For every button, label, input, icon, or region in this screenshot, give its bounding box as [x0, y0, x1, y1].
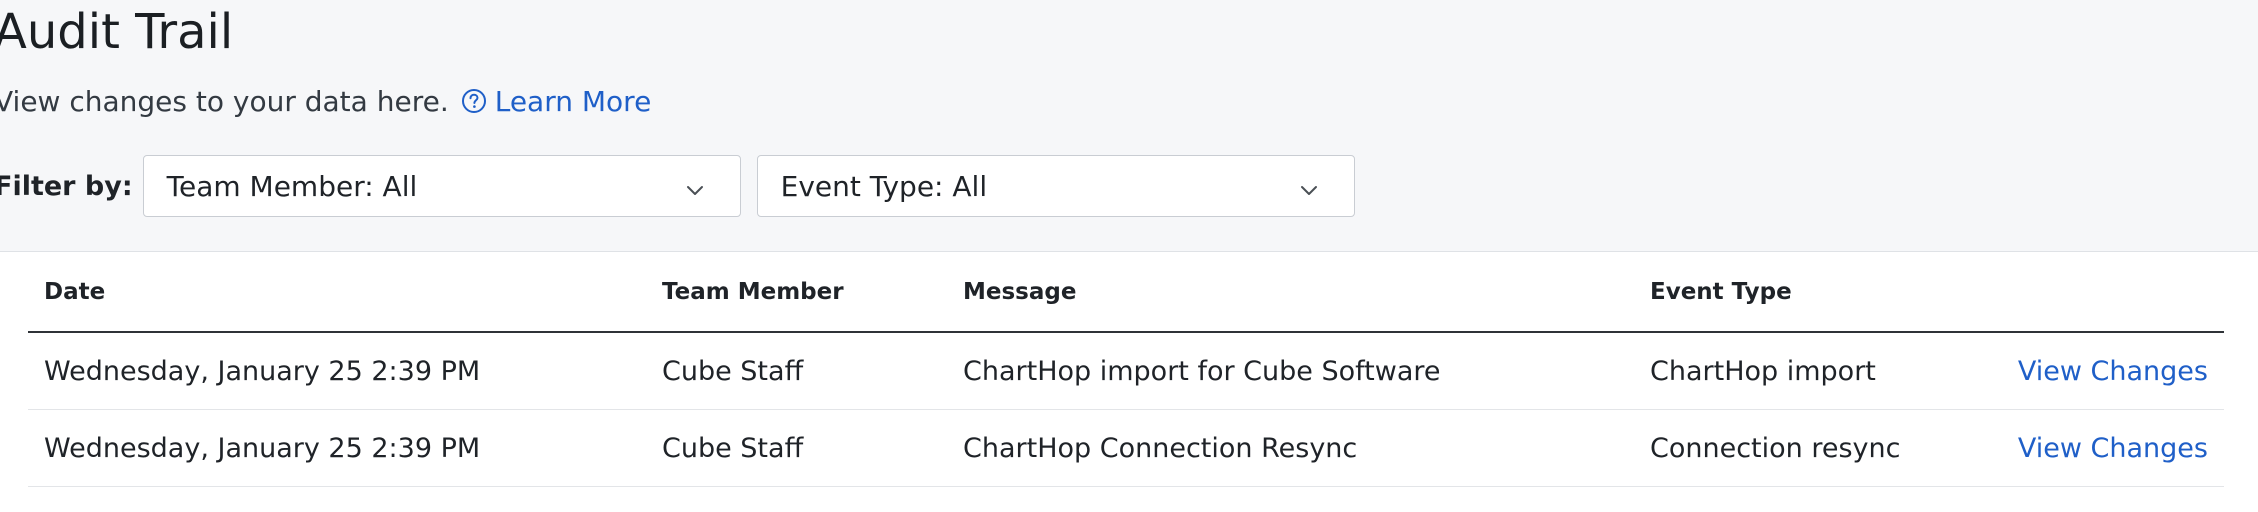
view-changes-link[interactable]: View Changes [1995, 332, 2224, 410]
row-event-type: ChartHop import [1634, 332, 1995, 410]
page-subtitle-row: View changes to your data here. Learn Mo… [0, 80, 651, 122]
column-header-message: Message [947, 252, 1634, 333]
event-type-filter-value: Event Type: All [780, 169, 988, 203]
column-header-team-member: Team Member [646, 252, 947, 333]
question-circle-icon [461, 88, 487, 114]
team-member-filter-value: Team Member: All [166, 169, 418, 203]
filter-label: Filter by: [0, 170, 133, 202]
view-changes-link[interactable]: View Changes [1995, 409, 2224, 487]
column-header-action [1995, 252, 2224, 333]
row-message: ChartHop import for Cube Software [947, 332, 1634, 410]
row-team-member: Cube Staff [646, 332, 947, 410]
page-title: Audit Trail [0, 4, 234, 60]
filter-bar: Filter by: Team Member: All Event Type: … [0, 153, 1371, 219]
audit-table: Date Team Member Message Event Type Wedn… [28, 252, 2224, 487]
chevron-down-icon [686, 170, 704, 203]
audit-table-panel: Date Team Member Message Event Type Wedn… [0, 251, 2258, 512]
audit-trail-page: Audit Trail View changes to your data he… [0, 0, 2258, 512]
column-header-date: Date [28, 252, 646, 333]
row-event-type: Connection resync [1634, 409, 1995, 487]
row-date: Wednesday, January 25 2:39 PM [28, 409, 646, 487]
table-row: Wednesday, January 25 2:39 PM Cube Staff… [28, 332, 2224, 410]
table-header-row: Date Team Member Message Event Type [28, 252, 2224, 333]
table-row: Wednesday, January 25 2:39 PM Cube Staff… [28, 409, 2224, 487]
team-member-filter[interactable]: Team Member: All [142, 155, 741, 217]
learn-more-label: Learn More [494, 84, 652, 118]
row-message: ChartHop Connection Resync [947, 409, 1634, 487]
learn-more-link[interactable]: Learn More [461, 84, 652, 118]
page-subtitle: View changes to your data here. [0, 84, 449, 118]
row-date: Wednesday, January 25 2:39 PM [28, 332, 646, 410]
chevron-down-icon [1300, 170, 1318, 203]
column-header-event-type: Event Type [1634, 252, 1995, 333]
event-type-filter[interactable]: Event Type: All [756, 155, 1355, 217]
row-team-member: Cube Staff [646, 409, 947, 487]
